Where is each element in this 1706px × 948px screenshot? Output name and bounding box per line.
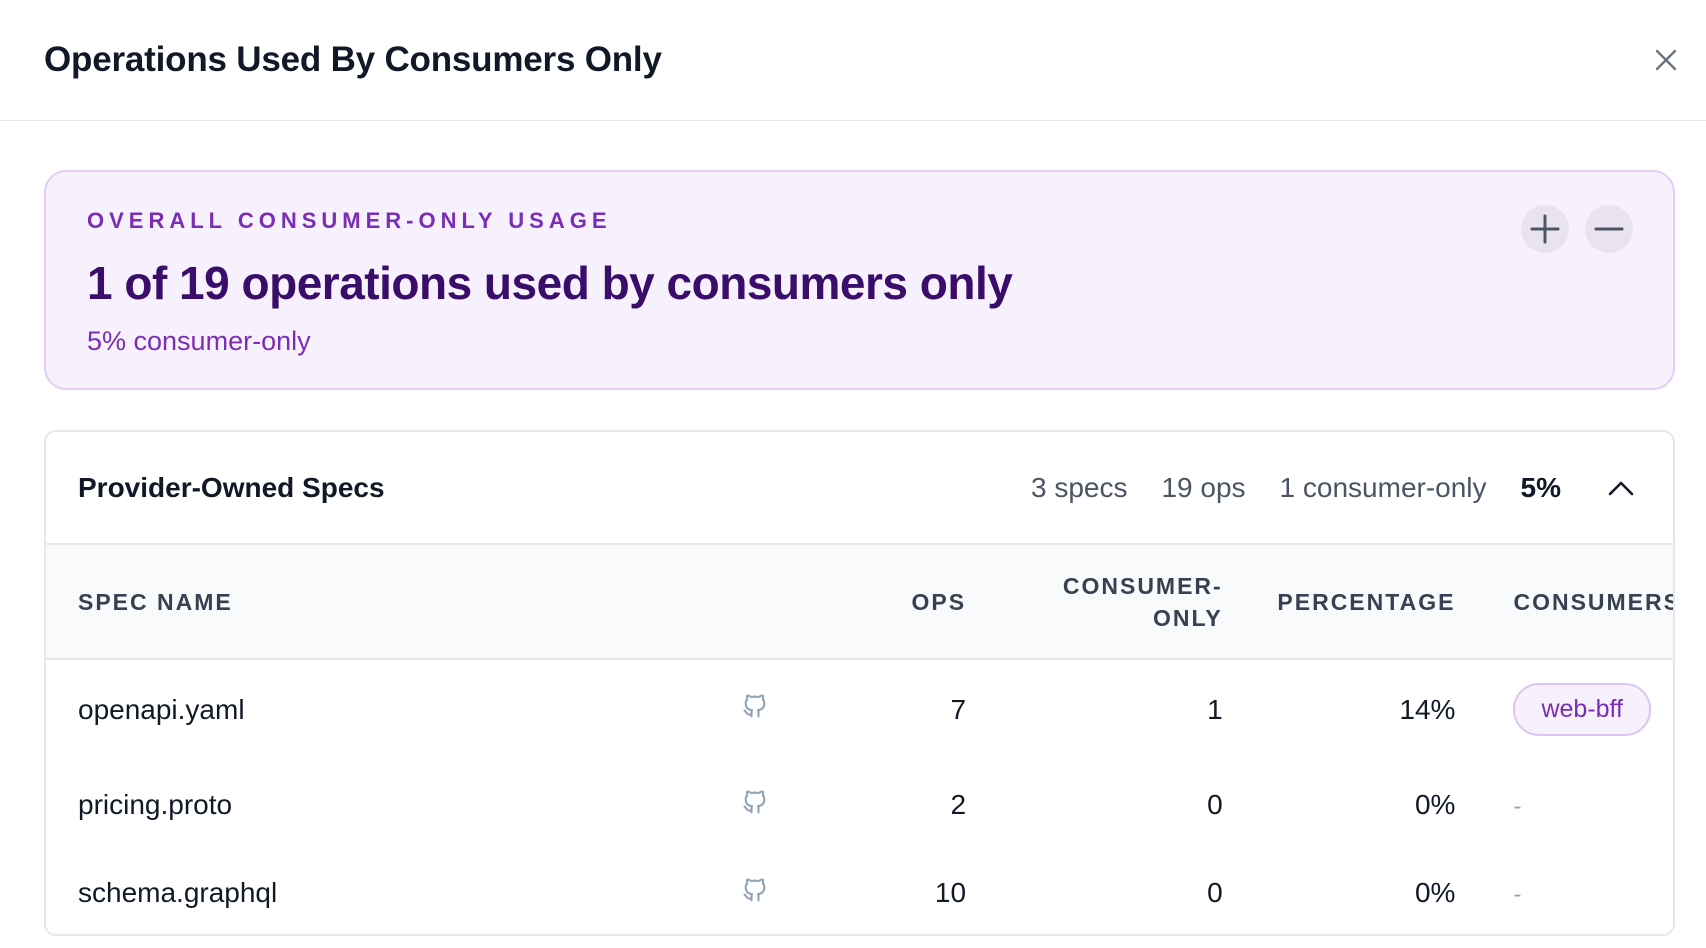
modal-header: Operations Used By Consumers Only [0,0,1706,121]
column-header-consumer-only-line1: CONSUMER- [1062,572,1223,599]
specs-stats: 3 specs 19 ops 1 consumer-only 5% [1031,468,1641,508]
zoom-in-button[interactable] [1521,205,1569,253]
ops-cell: 2 [950,789,967,820]
zoom-out-button[interactable] [1585,205,1633,253]
consumers-empty: - [1513,793,1522,820]
consumer-only-cell: 0 [1207,877,1223,908]
consumers-cell: web-bff [1455,659,1673,759]
consumer-only-cell: 1 [1207,693,1223,725]
table-row: schema.graphql 10 0 0% - [46,851,1673,934]
plus-icon [1530,214,1560,244]
ops-count: 19 ops [1161,471,1246,503]
consumers-empty: - [1513,881,1522,908]
column-header-spec-name[interactable]: SPEC NAME [46,545,729,659]
minus-icon [1594,227,1624,231]
chevron-up-icon [1608,481,1634,495]
consumer-only-count: 1 consumer-only [1279,471,1487,503]
specs-count: 3 specs [1030,471,1128,503]
specs-panel-header[interactable]: Provider-Owned Specs 3 specs 19 ops 1 co… [46,432,1673,545]
percentage-cell: 0% [1414,877,1456,908]
close-icon [1655,49,1677,71]
collapse-button[interactable] [1601,468,1641,508]
github-icon[interactable] [741,876,769,904]
modal-body: OVERALL CONSUMER-ONLY USAGE 1 of 19 oper… [0,121,1706,936]
column-header-percentage[interactable]: PERCENTAGE [1223,545,1456,659]
summary-eyebrow: OVERALL CONSUMER-ONLY USAGE [87,208,612,233]
specs-panel-title: Provider-Owned Specs [78,471,385,503]
summary-percentage: 5% consumer-only [87,326,311,356]
github-icon[interactable] [741,692,769,720]
consumers-cell: - [1455,851,1673,934]
column-header-ops[interactable]: OPS [849,545,966,659]
ops-cell: 10 [934,877,967,908]
consumer-only-modal: Operations Used By Consumers Only OVERAL… [0,0,1706,948]
column-header-consumer-only[interactable]: CONSUMER- ONLY [966,545,1223,659]
summary-headline: 1 of 19 operations used by consumers onl… [87,257,1013,309]
close-button[interactable] [1646,40,1686,80]
summary-card: OVERALL CONSUMER-ONLY USAGE 1 of 19 oper… [44,170,1675,390]
specs-table: SPEC NAME OPS CONSUMER- ONLY PERCENTAGE … [46,545,1673,934]
consumer-only-cell: 0 [1207,789,1223,820]
percentage-cell: 0% [1414,789,1456,820]
modal-title: Operations Used By Consumers Only [44,40,662,79]
github-icon[interactable] [741,788,769,816]
table-row: openapi.yaml 7 1 14% web-bff [46,659,1673,759]
ops-cell: 7 [950,693,967,725]
column-header-repo [729,545,849,659]
column-header-consumers[interactable]: CONSUMERS [1455,545,1673,659]
spec-name-cell: schema.graphql [78,877,278,908]
column-header-consumer-only-line2: ONLY [1152,604,1223,631]
consumers-cell: - [1455,759,1673,851]
table-row: pricing.proto 2 0 0% - [46,759,1673,851]
consumer-chip[interactable]: web-bff [1513,683,1651,736]
provider-specs-panel: Provider-Owned Specs 3 specs 19 ops 1 co… [44,430,1675,936]
table-header-row: SPEC NAME OPS CONSUMER- ONLY PERCENTAGE … [46,545,1673,659]
percentage-cell: 14% [1399,693,1456,725]
consumer-only-percentage: 5% [1520,471,1561,503]
spec-name-cell: pricing.proto [78,789,233,820]
spec-name-cell: openapi.yaml [78,693,245,725]
zoom-controls [1521,205,1633,253]
